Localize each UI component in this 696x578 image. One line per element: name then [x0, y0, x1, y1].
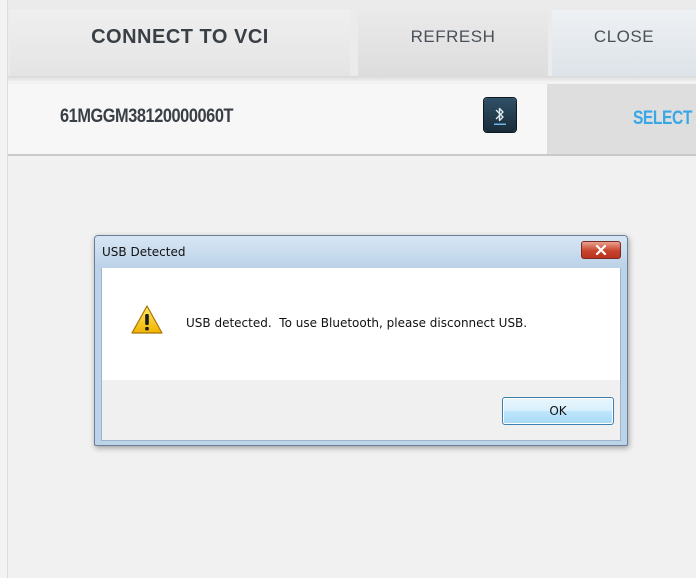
- vci-connect-window: CONNECT TO VCI REFRESH CLOSE 61MGGM38120…: [0, 0, 696, 578]
- dialog-body: USB detected. To use Bluetooth, please d…: [101, 268, 621, 380]
- usb-detected-dialog: USB Detected USB detected. To use Blueto…: [94, 235, 628, 446]
- bluetooth-icon: [484, 98, 516, 132]
- device-list-item[interactable]: 61MGGM38120000060T SELECT: [8, 84, 696, 156]
- dialog-titlebar[interactable]: USB Detected: [95, 236, 627, 268]
- page-title: CONNECT TO VCI: [10, 10, 350, 76]
- select-button[interactable]: SELECT: [547, 84, 696, 154]
- close-icon: [595, 245, 607, 255]
- warning-icon: [131, 305, 163, 334]
- dialog-message: USB detected. To use Bluetooth, please d…: [186, 316, 528, 330]
- device-serial: 61MGGM38120000060T: [60, 106, 234, 127]
- refresh-button[interactable]: REFRESH: [358, 10, 548, 76]
- dialog-footer: OK: [101, 380, 621, 441]
- close-button[interactable]: CLOSE: [552, 10, 696, 76]
- dialog-close-button[interactable]: [581, 241, 621, 259]
- select-label: SELECT: [632, 108, 692, 129]
- ok-button[interactable]: OK: [502, 397, 614, 425]
- header-divider: [8, 76, 696, 82]
- dialog-title: USB Detected: [102, 245, 186, 259]
